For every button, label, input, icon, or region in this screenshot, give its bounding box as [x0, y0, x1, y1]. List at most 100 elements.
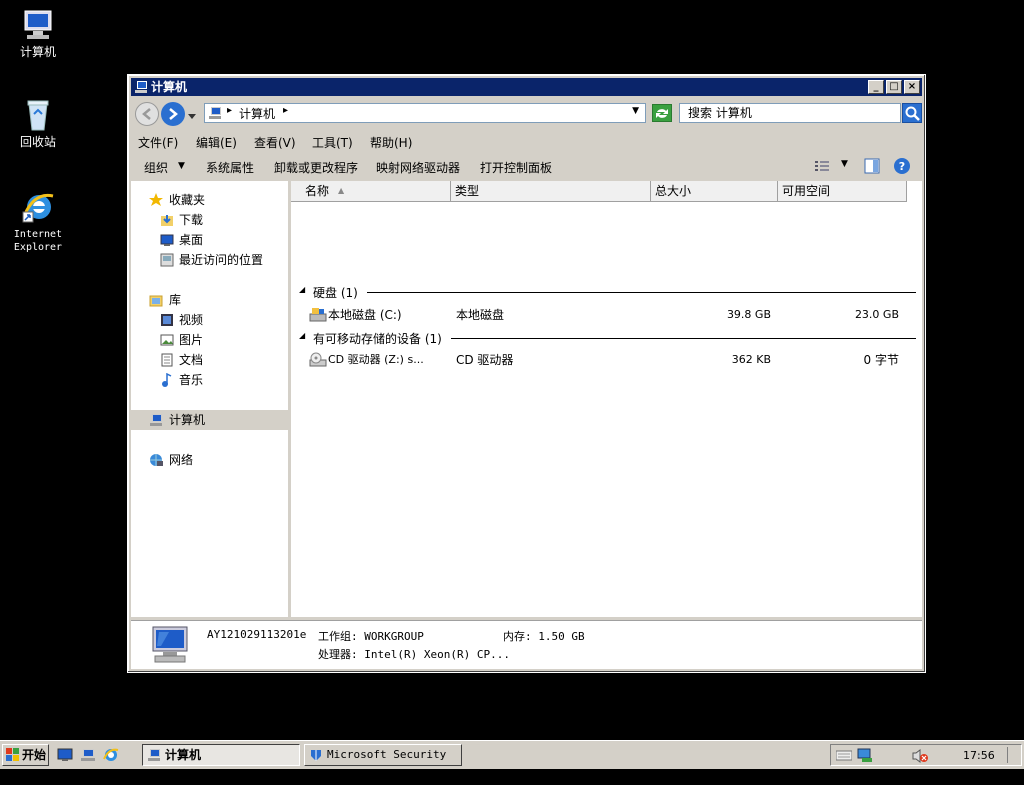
address-row: ▸ 计算机 ▸ ▼ 搜索 计算机 — [131, 99, 922, 129]
explorer-window: 计算机 _ □ × ▸ 计算机 ▸ ▼ 搜索 计算机 文件(F) 编辑(E) 查… — [127, 74, 926, 673]
network-status-icon[interactable] — [857, 747, 875, 766]
maximize-icon: □ — [889, 81, 899, 92]
computer-name: AY121029113201e — [207, 628, 307, 641]
nav-label: 桌面 — [179, 233, 204, 247]
organize-chevron-down-icon[interactable]: ▼ — [178, 161, 185, 171]
column-label: 名称 — [305, 184, 330, 198]
taskbar: 开始 计算机 Microsoft Security ... 17:56 — [0, 740, 1024, 781]
address-bar[interactable]: ▸ 计算机 ▸ ▼ — [204, 103, 646, 123]
system-properties-button[interactable]: 系统属性 — [206, 159, 254, 176]
column-header-free-space[interactable]: 可用空间 — [778, 181, 907, 202]
cd-drive-icon — [309, 352, 327, 375]
nav-label: 文档 — [179, 353, 204, 367]
breadcrumb-segment[interactable]: 计算机 — [239, 105, 275, 122]
view-chevron-down-icon[interactable]: ▼ — [841, 159, 848, 169]
internet-explorer-icon[interactable] — [103, 747, 119, 766]
svg-text:?: ? — [899, 160, 905, 173]
nav-pictures[interactable]: 图片 — [131, 330, 288, 350]
taskbar-button-computer[interactable]: 计算机 — [142, 744, 300, 766]
nav-music[interactable]: 音乐 — [131, 370, 288, 390]
forward-arrow-icon — [169, 108, 178, 120]
map-network-drive-button[interactable]: 映射网络驱动器 — [376, 159, 460, 176]
clock[interactable]: 17:56 — [963, 749, 995, 762]
search-button[interactable] — [902, 103, 922, 123]
table-row[interactable]: CD 驱动器 (Z:) s... CD 驱动器 362 KB 0 字节 — [291, 349, 922, 371]
desktop-icon-computer[interactable]: 计算机 — [1, 8, 75, 59]
drive-free-space: 23.0 GB — [854, 308, 899, 321]
back-arrow-icon — [142, 108, 151, 120]
menu-view[interactable]: 查看(V) — [254, 134, 296, 151]
minimize-icon: _ — [873, 81, 879, 92]
nav-network[interactable]: 网络 — [131, 450, 288, 470]
nav-recent-places[interactable]: 最近访问的位置 — [131, 250, 288, 270]
menu-edit[interactable]: 编辑(E) — [196, 134, 237, 151]
history-chevron-down-icon[interactable] — [188, 109, 196, 123]
nav-label: 计算机 — [169, 413, 206, 427]
desktop-icon-internet-explorer[interactable]: Internet Explorer — [1, 190, 75, 254]
search-input[interactable]: 搜索 计算机 — [679, 103, 901, 123]
close-button[interactable]: × — [904, 80, 920, 94]
nav-label: 音乐 — [179, 373, 204, 387]
collapse-icon[interactable]: ◢ — [299, 285, 305, 294]
column-header-type[interactable]: 类型 — [451, 181, 651, 202]
desktop-icon-label: 计算机 — [19, 45, 56, 59]
help-icon[interactable]: ? — [893, 157, 911, 178]
open-control-panel-button[interactable]: 打开控制面板 — [480, 159, 552, 176]
volume-muted-icon[interactable] — [911, 748, 929, 767]
desktop-icon-recycle-bin[interactable]: 回收站 — [1, 98, 75, 149]
view-options-icon[interactable] — [814, 159, 830, 176]
collapse-icon[interactable]: ◢ — [299, 331, 305, 340]
computer-large-icon — [147, 625, 191, 668]
hard-disk-icon — [309, 307, 327, 330]
nav-label: 视频 — [179, 313, 204, 327]
group-header[interactable] — [299, 285, 919, 301]
menu-file[interactable]: 文件(F) — [138, 134, 178, 151]
close-icon: × — [907, 81, 917, 92]
taskbar-button-microsoft-security[interactable]: Microsoft Security ... — [304, 744, 462, 781]
nav-computer[interactable]: 计算机 — [131, 410, 288, 430]
search-icon — [905, 106, 920, 121]
music-icon — [160, 372, 174, 387]
address-dropdown-icon[interactable]: ▼ — [632, 106, 639, 116]
nav-label: 网络 — [169, 453, 194, 467]
minimize-button[interactable]: _ — [868, 80, 884, 94]
column-label: 类型 — [455, 184, 480, 198]
group-title: 硬盘 (1) — [313, 286, 358, 300]
group-divider — [367, 292, 916, 293]
maximize-button[interactable]: □ — [886, 80, 902, 94]
column-label: 可用空间 — [782, 184, 831, 198]
table-row[interactable]: 本地磁盘 (C:) 本地磁盘 39.8 GB 23.0 GB — [291, 304, 922, 326]
nav-label: 库 — [169, 293, 182, 307]
nav-favorites[interactable]: 收藏夹 — [131, 190, 288, 210]
nav-libraries[interactable]: 库 — [131, 290, 288, 310]
back-button[interactable] — [135, 102, 159, 126]
forward-button[interactable] — [161, 102, 185, 126]
nav-desktop[interactable]: 桌面 — [131, 230, 288, 250]
column-header-total-size[interactable]: 总大小 — [651, 181, 778, 202]
start-button[interactable]: 开始 — [2, 744, 49, 766]
menu-help[interactable]: 帮助(H) — [370, 134, 412, 151]
command-bar: 组织 ▼ 系统属性 卸载或更改程序 映射网络驱动器 打开控制面板 ▼ ? — [131, 153, 922, 179]
computer-icon — [21, 8, 55, 42]
show-desktop-icon[interactable] — [57, 748, 73, 765]
organize-button[interactable]: 组织 — [144, 159, 168, 176]
nav-downloads[interactable]: 下载 — [131, 210, 288, 230]
breadcrumb-chevron-icon[interactable]: ▸ — [227, 105, 232, 116]
uninstall-program-button[interactable]: 卸载或更改程序 — [274, 159, 358, 176]
drive-total-size: 39.8 GB — [726, 308, 771, 321]
nav-documents[interactable]: 文档 — [131, 350, 288, 370]
refresh-button[interactable] — [652, 104, 672, 122]
column-header-name[interactable]: 名称 ▲ — [291, 181, 451, 202]
nav-videos[interactable]: 视频 — [131, 310, 288, 330]
start-label: 开始 — [22, 748, 47, 762]
breadcrumb-chevron-icon[interactable]: ▸ — [283, 105, 288, 116]
server-manager-icon[interactable] — [80, 748, 96, 765]
preview-pane-icon[interactable] — [864, 158, 880, 177]
show-desktop-strip[interactable] — [1007, 747, 1020, 763]
menu-tools[interactable]: 工具(T) — [312, 134, 353, 151]
refresh-icon — [656, 109, 668, 118]
processor: 处理器: Intel(R) Xeon(R) CP... — [318, 648, 510, 661]
drive-total-size: 362 KB — [731, 353, 771, 366]
title-bar[interactable]: 计算机 _ □ × — [131, 78, 922, 96]
navigation-pane: 收藏夹 下载 桌面 最近访问的位置 库 视频 图片 文档 音乐 计算机 网络 — [131, 181, 291, 617]
